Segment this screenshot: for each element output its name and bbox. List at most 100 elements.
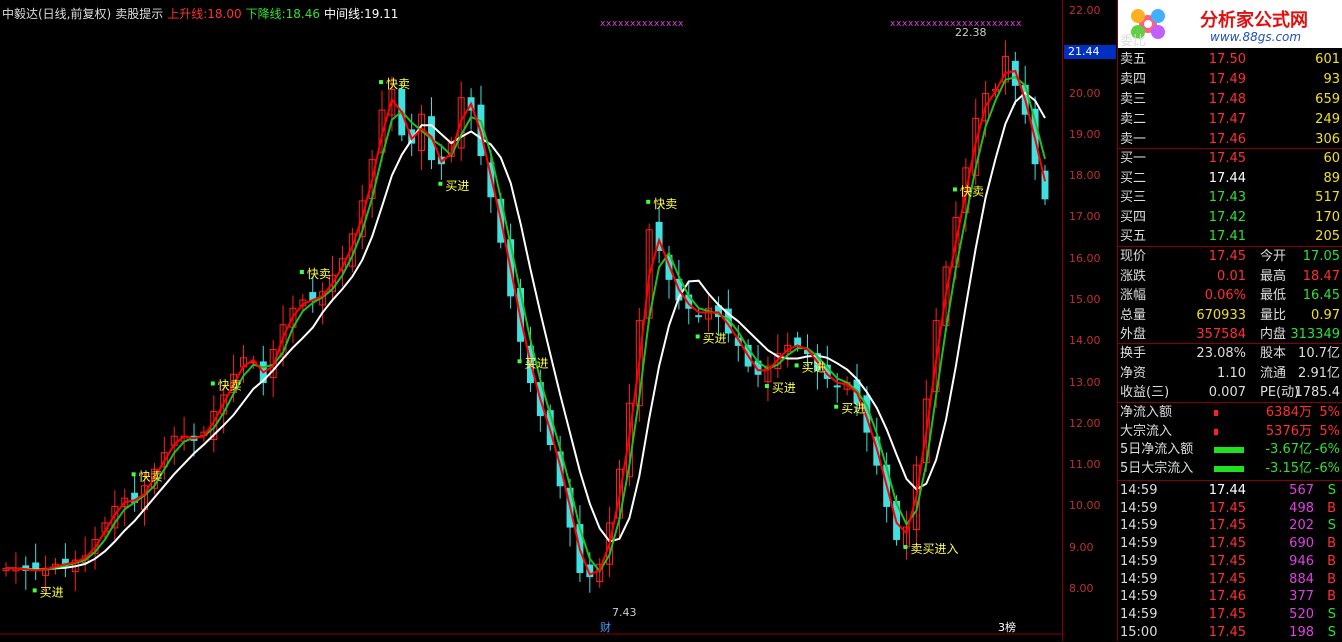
kline-svg[interactable]: 买进快卖快卖快卖快卖买进买进快卖买进买进买进买进快卖卖买进入22.387.43财… [0,0,1062,641]
bid-volume: 170 [1315,209,1340,225]
price-tick-label: 12.00 [1069,416,1101,430]
stat-label: 涨跌 [1120,268,1147,284]
flow-bar [1214,465,1244,472]
ask-label: 卖五 [1120,52,1147,67]
flow-pct: -6% [1314,460,1340,476]
mid-line-label: 中间线: [324,7,365,21]
tick-row: 14:59 17.45 498 B [1120,500,1340,518]
tick-volume: 198 [1289,624,1314,640]
ask-price: 17.49 [1208,72,1246,87]
ask-volume: 659 [1315,92,1340,107]
signal-marker [131,472,136,477]
bang-marker: 3榜 [998,620,1016,634]
flow-row: 大宗流入 5376万 5% [1120,423,1340,441]
price-tick-label: 18.00 [1069,169,1101,183]
divider [1118,343,1342,344]
tick-row: 14:59 17.44 567 S [1120,482,1340,500]
bid-price: 17.45 [1208,151,1246,166]
cai-marker: 财 [600,620,611,634]
stat-label: 内盘 [1260,327,1287,342]
signal-marker [695,334,700,339]
ask-volume: 306 [1315,132,1340,147]
flow-pct: -6% [1314,442,1340,457]
bid-label: 买一 [1120,151,1147,166]
ask-volume: 93 [1323,72,1340,87]
flow-row: 5日净流入额 -3.67亿 -6% [1120,441,1340,459]
signal-label: 快卖 [218,378,242,392]
tick-row: 14:59 17.45 690 B [1120,535,1340,553]
signal-label: 买进 [445,179,469,193]
divider [1118,480,1342,481]
tick-volume: 690 [1289,536,1314,552]
stat-row: 现价 17.45 今开 17.05 [1120,248,1340,266]
up-line-label: 上升线: [167,7,208,21]
flow-bar [1214,410,1218,416]
tick-time: 15:00 [1120,624,1158,640]
tick-price: 17.45 [1208,518,1246,534]
flow-pct: 5% [1319,423,1340,439]
tick-price: 17.45 [1208,536,1246,552]
ask-price: 17.46 [1208,132,1246,147]
tick-side: S [1327,624,1336,640]
tick-volume: 498 [1289,500,1314,516]
kline-chart[interactable]: 买进 快卖 快卖 快卖 快卖 买进 买进 快卖 买进 买进 买进 买进 快卖 卖买进入 22.38 7.43 财… [0,0,1062,641]
signal-marker [32,588,37,593]
flow-value: -3.15亿 [1265,460,1312,476]
candle-body [794,337,802,346]
tick-time: 14:59 [1120,589,1158,605]
stat2-value: 10.7亿 [1298,346,1340,361]
stat-row: 涨跌 0.01 最高 18.47 [1120,268,1340,286]
price-tick-label: 11.00 [1069,458,1101,472]
flow-value: 6384万 [1265,405,1312,420]
signal-label: 买进 [40,585,64,599]
signal-label: 快卖 [386,77,410,91]
stat-value: 17.45 [1208,249,1246,264]
tick-volume: 567 [1289,483,1314,498]
signal-marker [764,384,769,389]
flow-pct: 5% [1319,405,1340,420]
bid-volume: 60 [1323,151,1340,166]
flow-value: 5376万 [1265,423,1312,439]
tick-row: 15:00 17.45 198 S [1120,624,1340,642]
x-marker: x [1016,19,1022,29]
flow-label: 净流入额 [1120,405,1173,420]
tick-volume: 377 [1289,589,1314,605]
tick-volume: 884 [1289,571,1314,587]
stat-value: 313349 [1290,327,1340,342]
signal-label: 快卖 [960,184,984,198]
tick-time: 14:59 [1120,500,1158,516]
bid-label: 买三 [1120,190,1147,205]
tick-price: 17.45 [1208,571,1246,587]
tick-price: 17.45 [1208,500,1246,516]
logo-title: 分析家公式网 [1200,10,1308,31]
candle-body [833,385,841,388]
price-tick-label: 19.00 [1069,127,1101,141]
tick-volume: 946 [1289,553,1314,569]
signal-marker [299,270,304,274]
up-line-value: 18.00 [207,7,242,21]
price-tick-label: 10.00 [1069,499,1101,513]
bid-row: 买二 17.44 89 [1120,170,1340,188]
weibi-row: 委比 [1120,33,1340,51]
stat-row: 总量 670933 量比 0.97 [1120,307,1340,325]
ask-volume: 601 [1315,52,1340,67]
flow-label: 大宗流入 [1120,423,1173,439]
divider [1118,402,1342,403]
quote-panel: 分析家公式网 www.88gs.com 委比 卖五 17.50 601 卖四 17.49 9… [1117,0,1342,641]
down-line-value: 18.46 [285,7,321,21]
stat-value: 17.05 [1302,249,1340,264]
signal-marker [834,404,839,409]
x-marker: x [678,19,684,29]
ask-row: 卖二 17.47 249 [1120,111,1340,129]
stat-value: 16.45 [1302,288,1340,303]
price-tick-label: 9.00 [1069,540,1094,554]
price-tick-label: 15.00 [1069,293,1101,306]
stat2-label: 流通 [1260,365,1287,381]
price-tick-label: 20.00 [1069,86,1101,100]
price-tick-label: 8.00 [1069,582,1094,595]
tick-time: 14:59 [1120,553,1158,569]
bid-volume: 89 [1323,170,1340,186]
tick-side: S [1327,483,1336,498]
tick-volume: 520 [1289,606,1314,622]
low-price-label: 7.43 [612,606,637,619]
